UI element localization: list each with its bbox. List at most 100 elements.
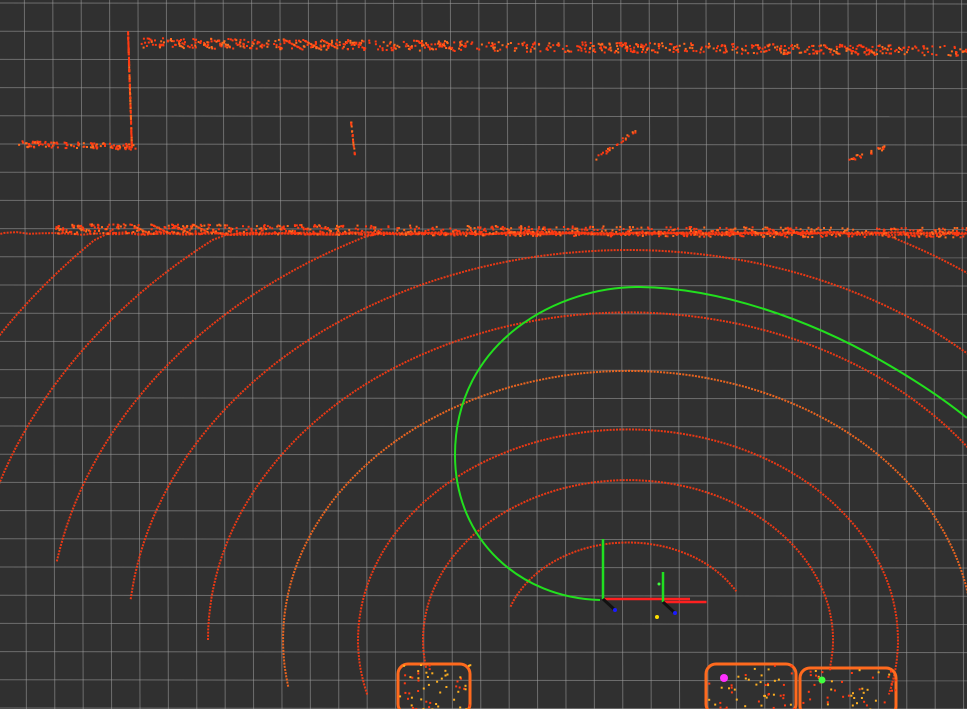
cloud-point (806, 230, 808, 233)
cloud-point (386, 44, 389, 47)
cloud-point (128, 58, 130, 61)
cloud-point (439, 42, 442, 45)
cloud-point (796, 43, 799, 46)
cloud-point (683, 42, 686, 45)
cloud-point (413, 230, 416, 233)
scene-canvas[interactable] (0, 0, 967, 709)
cloud-point (232, 47, 235, 50)
cloud-point (732, 228, 735, 231)
cloud-point (692, 49, 695, 52)
cloud-point (752, 230, 755, 233)
cloud-point (306, 228, 309, 231)
cloud-point (744, 227, 747, 229)
cloud-point (414, 228, 416, 231)
cloud-point (658, 235, 661, 238)
cloud-point (302, 226, 305, 229)
3d-viewport[interactable] (0, 0, 967, 709)
cloud-point (423, 233, 425, 236)
cloud-point (894, 689, 897, 692)
cloud-point (580, 228, 583, 231)
cloud-point (150, 228, 153, 231)
cloud-point (884, 47, 887, 50)
cloud-point (583, 228, 586, 231)
cloud-point (335, 43, 338, 46)
cloud-point (127, 40, 130, 43)
cloud-point (273, 231, 276, 234)
cloud-point (213, 47, 216, 50)
cloud-point (409, 224, 412, 227)
grid-line-vertical (535, 0, 539, 709)
cloud-point (374, 40, 377, 43)
cloud-point (326, 44, 329, 47)
cloud-point (443, 42, 445, 45)
cloud-point (532, 233, 535, 236)
cloud-point (856, 702, 858, 705)
cloud-point (629, 50, 632, 53)
cloud-point (708, 42, 710, 45)
cloud-point (818, 50, 821, 53)
cloud-point (453, 234, 456, 237)
cloud-point (931, 231, 933, 234)
cloud-point (657, 230, 660, 233)
cloud-point (894, 228, 897, 231)
cloud-point (694, 233, 697, 236)
grid-line-horizontal (0, 453, 967, 456)
cloud-point (724, 47, 727, 50)
cloud-point (831, 53, 834, 56)
cloud-point (238, 43, 241, 46)
cloud-point (898, 46, 900, 49)
cloud-point (445, 686, 448, 688)
cloud-point (810, 228, 813, 231)
cloud-point (63, 141, 66, 144)
cloud-point (813, 683, 816, 686)
cloud-point (767, 684, 770, 687)
cloud-point (97, 226, 100, 229)
cloud-point (723, 44, 726, 47)
cloud-point (645, 231, 648, 234)
cloud-point (322, 232, 325, 235)
cloud-point (530, 232, 533, 235)
cloud-point (809, 230, 812, 233)
cloud-point (690, 230, 692, 232)
green-marker (818, 676, 826, 684)
pole-points (350, 121, 356, 156)
cloud-point (26, 145, 29, 148)
cloud-point (65, 228, 68, 231)
cloud-point (288, 41, 291, 44)
cloud-point (152, 232, 155, 235)
cloud-point (780, 45, 783, 48)
cloud-point (174, 43, 177, 46)
cloud-point (514, 233, 517, 236)
cloud-point (252, 42, 255, 45)
cloud-point (474, 234, 477, 237)
cloud-point (616, 42, 619, 45)
cloud-point (881, 46, 884, 48)
cloud-point (907, 236, 910, 239)
cloud-point (956, 227, 959, 229)
cloud-point (772, 43, 775, 46)
cloud-point (374, 229, 377, 232)
cloud-point (802, 701, 805, 704)
cloud-point (308, 233, 311, 236)
cloud-point (466, 40, 469, 43)
cloud-point (418, 231, 421, 234)
cloud-point (422, 687, 425, 690)
cloud-point (521, 44, 524, 47)
cloud-point (589, 47, 592, 49)
cloud-point (841, 227, 844, 230)
cloud-point (561, 47, 564, 50)
cloud-point (117, 224, 120, 226)
cloud-point (533, 41, 536, 44)
grid-line-vertical (307, 0, 311, 709)
cloud-point (255, 47, 258, 50)
cloud-point (370, 224, 373, 227)
cloud-point (380, 228, 383, 231)
cloud-point (506, 230, 509, 233)
cloud-point (946, 232, 949, 235)
cloud-point (557, 42, 560, 45)
cloud-point (955, 230, 958, 232)
cloud-point (444, 669, 447, 672)
cloud-point (473, 227, 476, 230)
cloud-point (768, 228, 771, 231)
cloud-point (318, 47, 321, 50)
